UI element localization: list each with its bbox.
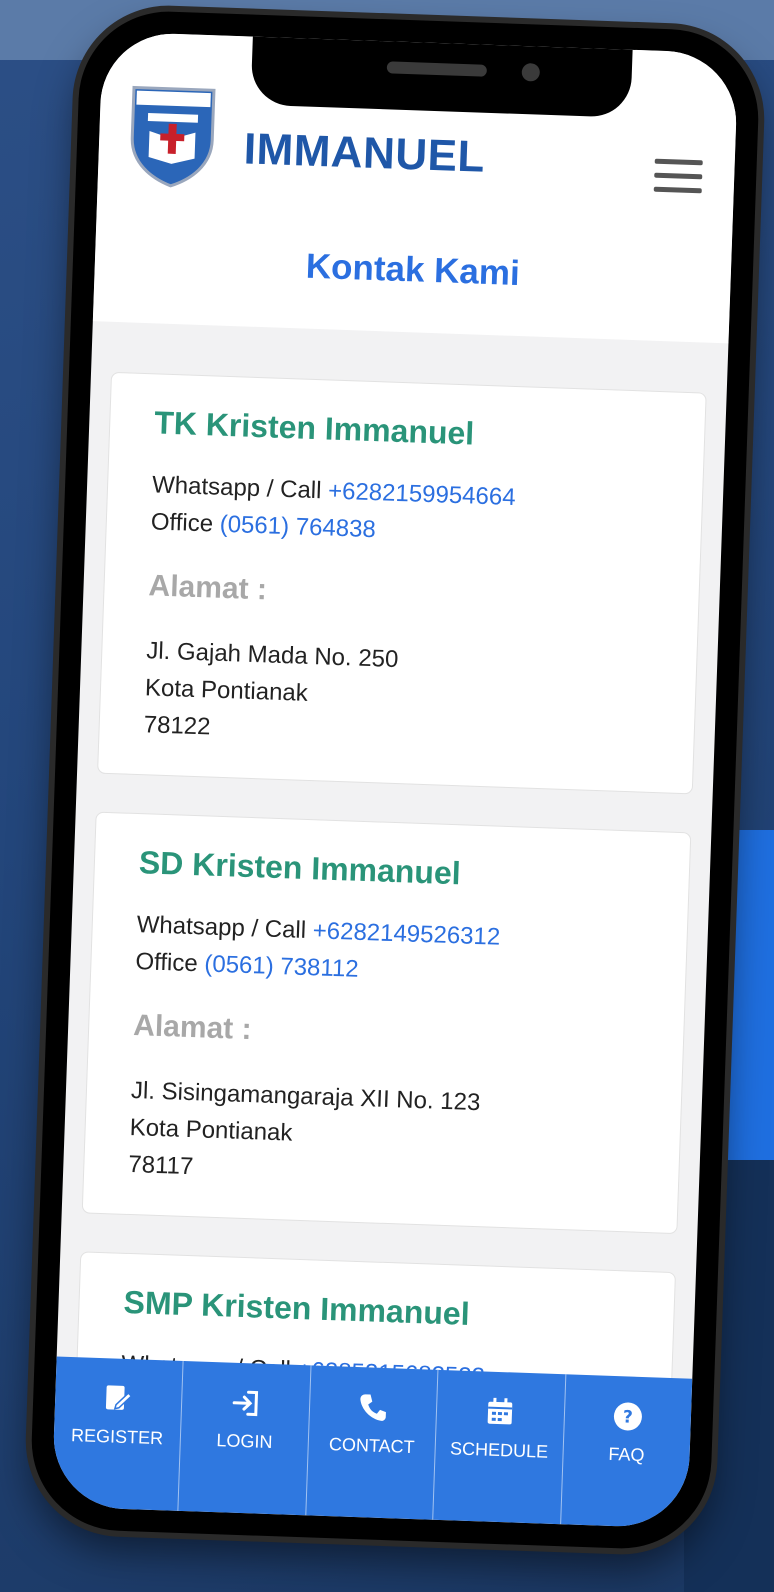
hamburger-menu-icon[interactable] xyxy=(653,158,703,195)
card-title: SD Kristen Immanuel xyxy=(138,844,462,892)
bottom-navigation: REGISTER LOGIN CONTACT SCHEDULE ? FAQ xyxy=(51,1356,693,1529)
page-title: Kontak Kami xyxy=(305,246,521,294)
register-icon xyxy=(106,1385,133,1410)
question-icon: ? xyxy=(613,1402,642,1431)
whatsapp-label: Whatsapp / Call xyxy=(151,471,322,505)
address-postal: 78122 xyxy=(143,711,211,741)
login-icon xyxy=(232,1390,258,1417)
whatsapp-link[interactable]: +6282159954664 xyxy=(328,477,516,511)
whatsapp-label: Whatsapp / Call xyxy=(136,911,307,944)
address-block: Jl. Gajah Mada No. 250 Kota Pontianak 78… xyxy=(143,632,399,752)
phone-notch xyxy=(250,34,633,118)
nav-faq-label: FAQ xyxy=(608,1443,645,1466)
nav-schedule[interactable]: SCHEDULE xyxy=(433,1369,566,1525)
front-camera xyxy=(521,62,541,82)
office-label: Office xyxy=(150,508,214,538)
calendar-icon xyxy=(488,1397,513,1425)
whatsapp-link[interactable]: +6282149526312 xyxy=(312,917,500,951)
phone-icon xyxy=(360,1394,386,1421)
office-phone-link[interactable]: (0561) 764838 xyxy=(219,511,376,543)
nav-contact[interactable]: CONTACT xyxy=(306,1365,439,1520)
alamat-heading: Alamat : xyxy=(148,569,268,607)
office-line: Office (0561) 764838 xyxy=(150,508,376,544)
office-label: Office xyxy=(135,948,199,978)
nav-register[interactable]: REGISTER xyxy=(51,1356,185,1511)
nav-schedule-label: SCHEDULE xyxy=(449,1438,549,1462)
phone-frame: IMMANUEL Kontak Kami TK Kristen Immanuel… xyxy=(28,8,762,1552)
whatsapp-line: Whatsapp / Call +6282159954664 xyxy=(152,471,516,512)
nav-register-label: REGISTER xyxy=(70,1425,164,1449)
office-phone-link[interactable]: (0561) 738112 xyxy=(204,950,359,982)
whatsapp-line: Whatsapp / Call +6282149526312 xyxy=(136,911,500,952)
speaker-grille xyxy=(386,61,488,77)
nav-login-label: LOGIN xyxy=(216,1430,273,1453)
office-line: Office (0561) 738112 xyxy=(135,948,359,984)
card-title: TK Kristen Immanuel xyxy=(153,404,475,452)
nav-faq[interactable]: ? FAQ xyxy=(561,1374,693,1528)
contact-card-sd: SD Kristen Immanuel Whatsapp / Call +628… xyxy=(81,811,692,1235)
site-brand[interactable]: IMMANUEL xyxy=(243,124,486,182)
address-block: Jl. Sisingamangaraja XII No. 123 Kota Po… xyxy=(128,1072,481,1195)
nav-contact-label: CONTACT xyxy=(328,1434,415,1458)
card-title: SMP Kristen Immanuel xyxy=(122,1283,471,1332)
phone-screen: IMMANUEL Kontak Kami TK Kristen Immanuel… xyxy=(51,31,739,1529)
alamat-heading: Alamat : xyxy=(132,1009,253,1047)
school-logo[interactable] xyxy=(126,82,220,190)
svg-text:?: ? xyxy=(622,1407,633,1427)
contact-card-tk: TK Kristen Immanuel Whatsapp / Call +628… xyxy=(97,371,707,795)
nav-login[interactable]: LOGIN xyxy=(178,1360,312,1516)
